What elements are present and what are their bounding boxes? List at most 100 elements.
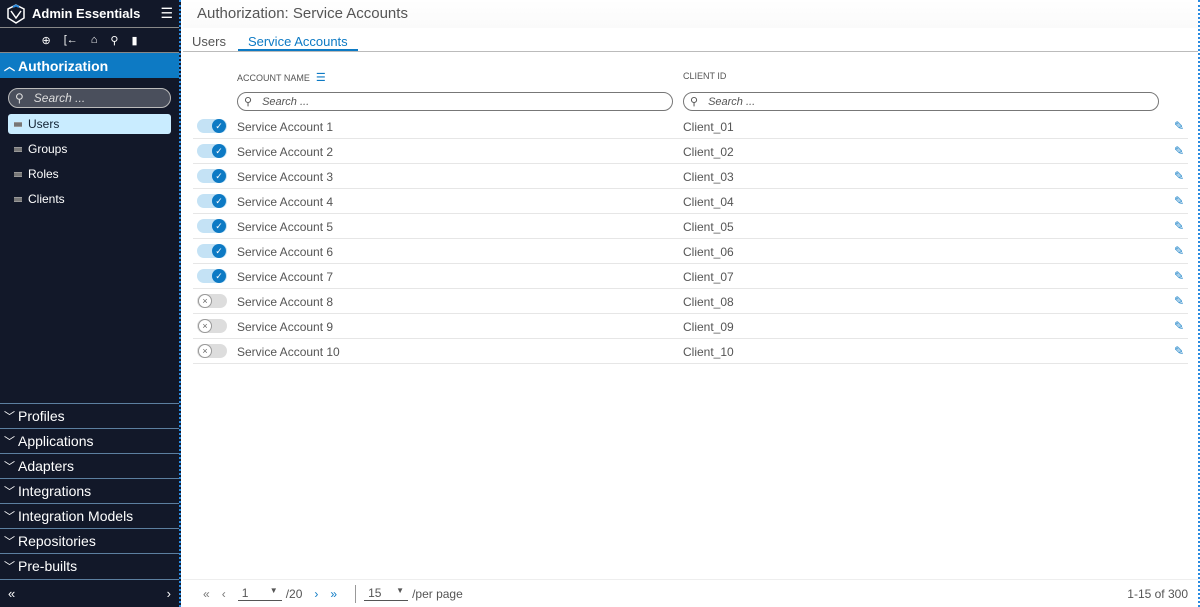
dropdown-icon: ▼ bbox=[396, 586, 405, 595]
edit-icon[interactable]: ✎ bbox=[1174, 144, 1184, 158]
next-page-button[interactable]: › bbox=[314, 587, 318, 601]
enabled-toggle[interactable]: × bbox=[197, 344, 227, 358]
enabled-toggle[interactable]: ✓ bbox=[197, 169, 227, 183]
edit-icon[interactable]: ✎ bbox=[1174, 269, 1184, 283]
edit-icon[interactable]: ✎ bbox=[1174, 294, 1184, 308]
sidebar-item-clients[interactable]: Clients bbox=[8, 189, 171, 209]
table-row: × Service Account 10 Client_10 ✎ bbox=[193, 339, 1188, 364]
chevron-down-icon: ﹀ bbox=[4, 461, 15, 473]
search-icon: ⚲ bbox=[244, 96, 253, 108]
enabled-toggle[interactable]: ✓ bbox=[197, 194, 227, 208]
sidebar-sections: ﹀ Profiles ﹀ Applications ﹀ Adapters ﹀ Integrat… bbox=[0, 403, 179, 578]
client-id: Client_05 bbox=[683, 220, 734, 234]
search-icon: ⚲ bbox=[15, 91, 24, 105]
add-icon[interactable]: ⊕ bbox=[41, 34, 50, 47]
section-repositories[interactable]: ﹀ Repositories bbox=[0, 528, 179, 553]
account-name: Service Account 8 bbox=[237, 295, 334, 309]
section-label: Integration Models bbox=[18, 508, 134, 524]
sort-icon[interactable]: ☰ bbox=[316, 72, 326, 84]
sidebar-item-users[interactable]: Users bbox=[8, 114, 171, 134]
list-icon bbox=[14, 121, 22, 127]
tab-service-accounts[interactable]: Service Accounts bbox=[237, 28, 358, 51]
chevron-down-icon: ﹀ bbox=[4, 511, 15, 523]
client-id: Client_10 bbox=[683, 345, 734, 359]
sidebar-item-label: Groups bbox=[28, 142, 68, 156]
check-icon: ✓ bbox=[212, 144, 226, 158]
check-icon: ✓ bbox=[212, 219, 226, 233]
section-label: Authorization bbox=[18, 57, 109, 74]
expand-button[interactable]: › bbox=[167, 586, 171, 601]
account-name-search-input[interactable]: ⚲ Search ... bbox=[237, 92, 673, 111]
section-label: Repositories bbox=[18, 533, 96, 549]
enabled-toggle[interactable]: ✓ bbox=[197, 219, 227, 233]
column-header-client-id[interactable]: CLIENT ID bbox=[683, 71, 726, 81]
section-label: Adapters bbox=[18, 458, 75, 474]
logout-icon[interactable]: [← bbox=[64, 34, 78, 46]
column-header-account-name[interactable]: ACCOUNT NAME ☰ bbox=[237, 71, 326, 84]
client-id-search-input[interactable]: ⚲ Search ... bbox=[683, 92, 1159, 111]
table-row: ✓ Service Account 4 Client_04 ✎ bbox=[193, 189, 1188, 214]
client-id: Client_02 bbox=[683, 145, 734, 159]
column-label: ACCOUNT NAME bbox=[237, 73, 310, 83]
tab-users[interactable]: Users bbox=[192, 28, 236, 51]
edit-icon[interactable]: ✎ bbox=[1174, 319, 1184, 333]
sidebar-header: Admin Essentials ☰ bbox=[0, 0, 179, 28]
section-adapters[interactable]: ﹀ Adapters bbox=[0, 453, 179, 478]
x-icon: × bbox=[198, 294, 212, 308]
section-applications[interactable]: ﹀ Applications bbox=[0, 428, 179, 453]
sidebar-search-input[interactable]: ⚲ Search ... bbox=[8, 88, 171, 108]
edit-icon[interactable]: ✎ bbox=[1174, 244, 1184, 258]
check-icon: ✓ bbox=[212, 269, 226, 283]
check-icon: ✓ bbox=[212, 119, 226, 133]
section-authorization[interactable]: ︿ Authorization bbox=[0, 53, 179, 78]
sidebar: Admin Essentials ☰ ⊕ [← ⌂ ⚲ ▮ ︿ Authoriza… bbox=[0, 0, 181, 607]
sidebar-item-groups[interactable]: Groups bbox=[8, 139, 171, 159]
edit-icon[interactable]: ✎ bbox=[1174, 169, 1184, 183]
edit-icon[interactable]: ✎ bbox=[1174, 194, 1184, 208]
account-name: Service Account 6 bbox=[237, 245, 334, 259]
sidebar-item-roles[interactable]: Roles bbox=[8, 164, 171, 184]
section-integration-models[interactable]: ﹀ Integration Models bbox=[0, 503, 179, 528]
enabled-toggle[interactable]: × bbox=[197, 294, 227, 308]
account-name: Service Account 2 bbox=[237, 145, 334, 159]
check-icon: ✓ bbox=[212, 169, 226, 183]
edit-icon[interactable]: ✎ bbox=[1174, 119, 1184, 133]
account-name: Service Account 10 bbox=[237, 345, 340, 359]
chevron-down-icon: ﹀ bbox=[4, 561, 15, 573]
prev-page-button[interactable]: ‹ bbox=[222, 587, 226, 601]
table-row: ✓ Service Account 7 Client_07 ✎ bbox=[193, 264, 1188, 289]
search-placeholder: Search ... bbox=[262, 95, 310, 108]
search-icon[interactable]: ⚲ bbox=[110, 34, 118, 47]
check-icon: ✓ bbox=[212, 194, 226, 208]
check-icon: ✓ bbox=[212, 244, 226, 258]
sidebar-footer: « › bbox=[0, 579, 179, 607]
dropdown-icon: ▼ bbox=[269, 586, 278, 595]
client-id: Client_01 bbox=[683, 120, 734, 134]
document-icon[interactable]: ▮ bbox=[131, 34, 137, 47]
enabled-toggle[interactable]: ✓ bbox=[197, 144, 227, 158]
section-profiles[interactable]: ﹀ Profiles bbox=[0, 403, 179, 428]
client-id: Client_03 bbox=[683, 170, 734, 184]
home-icon[interactable]: ⌂ bbox=[91, 34, 98, 46]
first-page-button[interactable]: « bbox=[203, 587, 210, 601]
enabled-toggle[interactable]: ✓ bbox=[197, 269, 227, 283]
section-label: Pre-builts bbox=[18, 558, 78, 574]
enabled-toggle[interactable]: × bbox=[197, 319, 227, 333]
collapse-sidebar-button[interactable]: « bbox=[8, 586, 15, 601]
search-placeholder: Search ... bbox=[708, 95, 756, 108]
pagination: « ‹ 1 ▼ /20 › » 15 ▼ /per page 1-15 of 300 bbox=[183, 579, 1198, 607]
per-page-select[interactable]: 15 ▼ bbox=[364, 586, 409, 601]
section-pre-builts[interactable]: ﹀ Pre-builts bbox=[0, 553, 179, 578]
edit-icon[interactable]: ✎ bbox=[1174, 344, 1184, 358]
page-title: Authorization: Service Accounts bbox=[183, 0, 1198, 28]
enabled-toggle[interactable]: ✓ bbox=[197, 119, 227, 133]
account-name: Service Account 7 bbox=[237, 270, 334, 284]
client-id: Client_06 bbox=[683, 245, 734, 259]
last-page-button[interactable]: » bbox=[330, 587, 337, 601]
edit-icon[interactable]: ✎ bbox=[1174, 219, 1184, 233]
page-select[interactable]: 1 ▼ bbox=[237, 586, 282, 601]
chevron-down-icon: ﹀ bbox=[4, 486, 15, 498]
section-integrations[interactable]: ﹀ Integrations bbox=[0, 478, 179, 503]
enabled-toggle[interactable]: ✓ bbox=[197, 244, 227, 258]
menu-icon[interactable]: ☰ bbox=[160, 5, 173, 22]
